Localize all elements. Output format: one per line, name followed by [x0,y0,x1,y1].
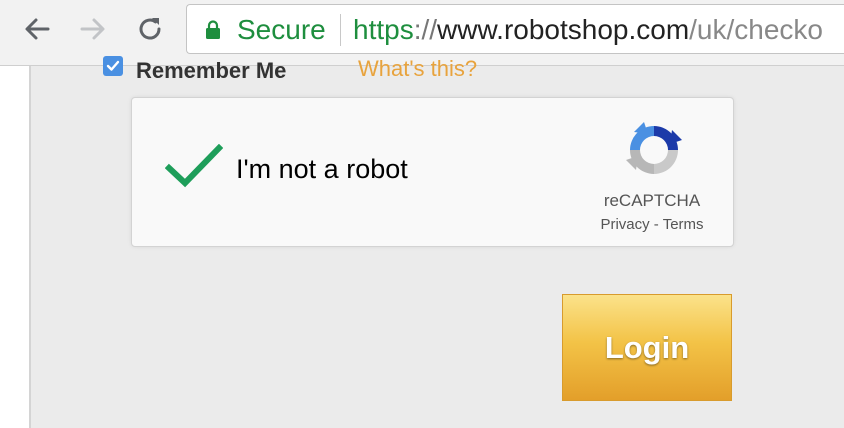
url-host: www.robotshop.com [437,14,690,45]
back-arrow-icon [25,18,50,40]
checkmark-icon[interactable] [165,144,223,188]
url-scheme: https [353,14,414,45]
link-separator: - [649,216,663,233]
secure-label: Secure [237,14,326,45]
checkbox-check-icon [106,60,120,71]
page-left-margin [0,66,31,428]
terms-link[interactable]: Terms [663,216,704,233]
address-bar[interactable]: Secure https://www.robotshop.com/uk/chec… [186,4,844,54]
recaptcha-brand: reCAPTCHA [603,191,701,210]
remember-me-checkbox[interactable] [103,56,123,76]
reload-button[interactable] [133,12,167,46]
url-text[interactable]: https://www.robotshop.com/uk/checko [353,14,823,46]
recaptcha-links: Privacy - Terms [572,216,732,233]
login-button[interactable]: Login [562,294,732,401]
address-divider [340,14,341,46]
recaptcha-logo-icon [626,122,682,174]
url-separator: :// [413,14,438,45]
forward-button[interactable] [76,12,110,46]
url-path: /uk/checko [689,14,824,45]
lock-icon [206,20,220,39]
recaptcha-label: I'm not a robot [236,154,408,184]
recaptcha-widget: I'm not a robot reCAPTCHA Privacy - Term… [131,97,734,247]
remember-me-label: Remember Me [136,58,287,83]
forward-arrow-icon [80,18,105,40]
reload-icon [139,18,161,40]
back-button[interactable] [20,12,54,46]
privacy-link[interactable]: Privacy [600,216,649,233]
whats-this-link[interactable]: What's this? [358,56,477,82]
